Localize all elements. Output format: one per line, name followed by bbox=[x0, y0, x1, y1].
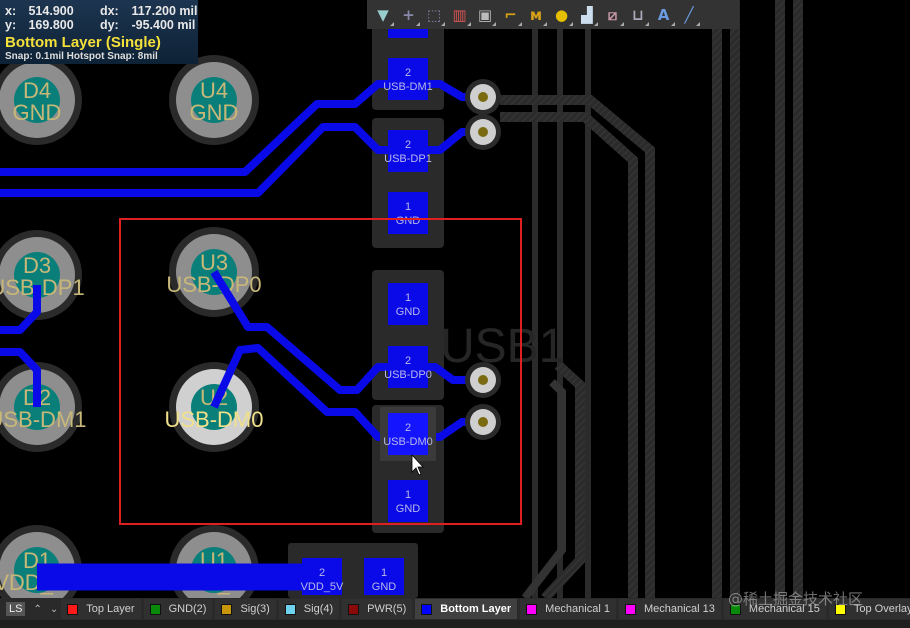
layer-down-arrow-icon[interactable]: ⌄ bbox=[50, 604, 58, 615]
watermark: @稀土掘金技术社区 bbox=[728, 590, 864, 608]
component-pad-d4[interactable]: D4GND bbox=[0, 55, 82, 145]
pad-net: VDD_5V bbox=[301, 581, 344, 593]
pad-net: GND bbox=[372, 581, 397, 593]
layer-tab-label: Sig(3) bbox=[240, 603, 270, 615]
coordinate-hud: x: 514.900 dx: 117.200 mil y: 169.800 dy… bbox=[0, 0, 198, 64]
silk-designator-usb1: USB1 bbox=[440, 320, 565, 373]
current-layer-label: Bottom Layer (Single) bbox=[5, 34, 161, 51]
layer-up-arrow-icon[interactable]: ⌃ bbox=[33, 604, 41, 615]
layer-tab-top-layer[interactable]: Top Layer bbox=[61, 599, 141, 619]
dx-label: dx: bbox=[99, 4, 119, 18]
pad-number: 1 bbox=[405, 489, 411, 501]
smd-pad-usb-dm0[interactable]: 2 USB-DM0 bbox=[380, 407, 436, 461]
smd-pad-usb-dp1[interactable]: 2 USB-DP1 bbox=[384, 130, 432, 172]
route-icon[interactable]: ⌐ bbox=[499, 3, 523, 27]
component-net: USB-DM0 bbox=[164, 407, 263, 432]
smd-pad-usb-dm1[interactable]: 2 USB-DM1 bbox=[383, 58, 433, 100]
layer-tab-label: Mechanical 13 bbox=[643, 603, 715, 615]
layer-tab-label: Top Layer bbox=[86, 603, 135, 615]
polygon-fill-icon[interactable]: ▟ bbox=[575, 3, 599, 27]
pad-net: GND bbox=[396, 503, 421, 515]
layer-color-swatch bbox=[221, 603, 233, 615]
text-icon[interactable]: A bbox=[652, 3, 676, 27]
pad-number: 2 bbox=[405, 67, 411, 79]
via[interactable] bbox=[465, 362, 501, 398]
layer-tab-mechanical-1[interactable]: Mechanical 1 bbox=[520, 599, 616, 619]
pad-number: 1 bbox=[381, 567, 387, 579]
y-value: 169.800 bbox=[28, 18, 74, 32]
via[interactable] bbox=[465, 79, 501, 115]
component-icon[interactable]: ▣ bbox=[473, 3, 497, 27]
crosshair-icon[interactable]: + bbox=[397, 3, 421, 27]
layer-tab-bottom-layer[interactable]: Bottom Layer bbox=[415, 599, 518, 619]
smd-pad-usb-dp0[interactable]: 2 USB-DP0 bbox=[384, 346, 432, 388]
component-net: USB-DP1 bbox=[0, 275, 85, 300]
keepout-icon[interactable]: ⧄ bbox=[601, 3, 625, 27]
pad-number: 1 bbox=[405, 292, 411, 304]
pad-net: USB-DP0 bbox=[384, 369, 432, 381]
dy-value: -95.400 mil bbox=[131, 18, 196, 32]
select-rect-icon[interactable]: ⬚ bbox=[422, 3, 446, 27]
component-net: GND bbox=[190, 100, 239, 125]
layer-set-button[interactable]: LS bbox=[6, 602, 26, 616]
x-label: x: bbox=[5, 4, 17, 18]
smd-pad-gnd[interactable]: 1 GND bbox=[388, 480, 428, 522]
layer-color-swatch bbox=[526, 603, 538, 615]
component-pad-u4[interactable]: U4GND bbox=[169, 55, 259, 145]
smd-pad-gnd[interactable]: 1 GND bbox=[388, 283, 428, 325]
layer-tab-pwr-5-[interactable]: PWR(5) bbox=[342, 599, 413, 619]
layer-tab-mechanical-13[interactable]: Mechanical 13 bbox=[618, 599, 721, 619]
layer-color-swatch bbox=[624, 603, 636, 615]
component-net: GND bbox=[13, 100, 62, 125]
pad-net: GND bbox=[396, 306, 421, 318]
layer-tab-label: Mechanical 1 bbox=[545, 603, 610, 615]
pad-number: 2 bbox=[405, 139, 411, 151]
layer-tab-label: PWR(5) bbox=[367, 603, 407, 615]
component-pad-d2[interactable]: D2USB-DM1 bbox=[0, 362, 87, 452]
layer-color-swatch bbox=[348, 603, 360, 615]
pad-number: 2 bbox=[319, 567, 325, 579]
layer-tab-label: GND(2) bbox=[168, 603, 207, 615]
pad-net: USB-DM1 bbox=[383, 81, 433, 93]
pad-number: 2 bbox=[405, 422, 411, 434]
pad-number: 1 bbox=[405, 201, 411, 213]
filter-icon[interactable]: ▼ bbox=[371, 3, 395, 27]
layer-tab-sig-3-[interactable]: Sig(3) bbox=[215, 599, 276, 619]
pad-net: USB-DM0 bbox=[383, 436, 433, 448]
y-label: y: bbox=[5, 18, 17, 32]
layer-tab-sig-4-[interactable]: Sig(4) bbox=[278, 599, 340, 619]
component-pad-d3[interactable]: D3USB-DP1 bbox=[0, 230, 85, 320]
layer-color-swatch bbox=[421, 603, 433, 615]
smd-pad-vdd_5v[interactable]: 2 VDD_5V bbox=[301, 558, 344, 595]
interactive-diff-pair-icon[interactable]: ᴍ bbox=[524, 3, 548, 27]
layer-tab-label: Bottom Layer bbox=[440, 603, 512, 615]
dx-value: 117.200 mil bbox=[131, 4, 198, 18]
layer-tab-gnd-2-[interactable]: GND(2) bbox=[143, 599, 213, 619]
layer-tab-label: Sig(4) bbox=[303, 603, 334, 615]
layer-color-swatch bbox=[67, 603, 79, 615]
pcb-canvas[interactable]: USB1 D4GNDU4GNDD3USB-DP1U3USB-DP0D2USB-D… bbox=[0, 0, 910, 598]
layer-color-swatch bbox=[149, 603, 161, 615]
pad-net: USB-DP1 bbox=[384, 153, 432, 165]
component-net: USB-DM1 bbox=[0, 407, 87, 432]
align-icon[interactable]: ▥ bbox=[448, 3, 472, 27]
smd-pad-gnd[interactable]: 1 GND bbox=[364, 558, 404, 595]
status-strip bbox=[0, 620, 910, 628]
dimension-icon[interactable]: ⊔ bbox=[626, 3, 650, 27]
via[interactable] bbox=[465, 404, 501, 440]
dy-label: dy: bbox=[99, 18, 119, 32]
via-pad-icon[interactable]: ● bbox=[550, 3, 574, 27]
x-value: 514.900 bbox=[28, 4, 74, 18]
active-bar-toolbar: ▼ + ⬚ ▥ ▣ ⌐ ᴍ ● ▟ ⧄ ⊔ A ╱ bbox=[367, 0, 739, 29]
via[interactable] bbox=[465, 114, 501, 150]
snap-info: Snap: 0.1mil Hotspot Snap: 8mil bbox=[5, 51, 158, 62]
smd-pad-gnd[interactable]: 1 GND bbox=[388, 192, 428, 234]
pad-net: GND bbox=[396, 215, 421, 227]
inner-layer-tracks bbox=[500, 0, 803, 598]
line-icon[interactable]: ╱ bbox=[677, 3, 701, 27]
pad-number: 2 bbox=[405, 355, 411, 367]
layer-color-swatch bbox=[284, 603, 296, 615]
